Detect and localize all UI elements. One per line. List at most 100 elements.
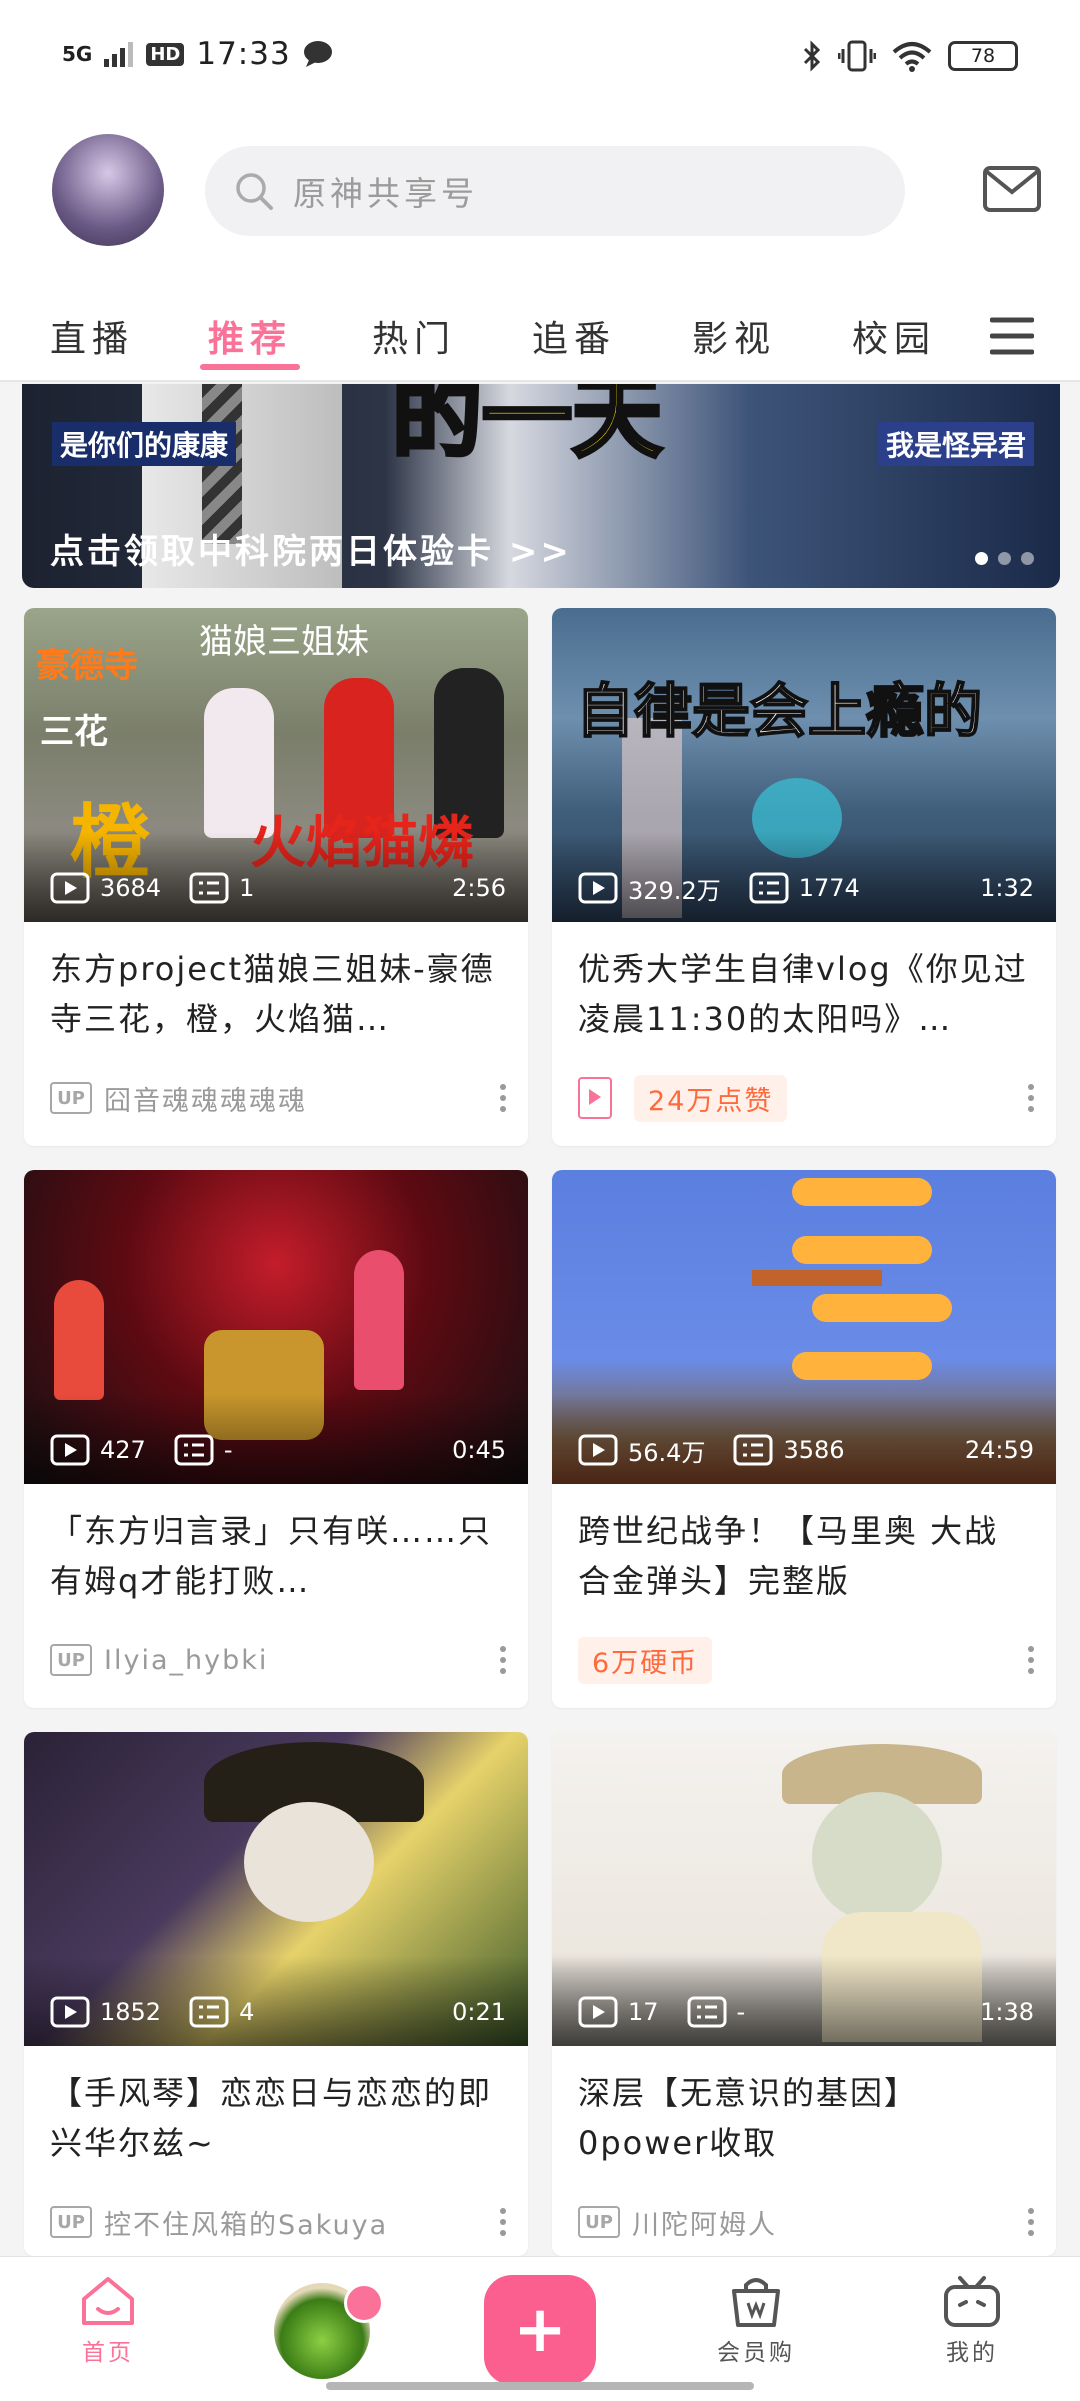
video-duration: 1:32 (980, 874, 1034, 902)
user-avatar[interactable] (52, 134, 164, 246)
view-count: 1852 (100, 1998, 162, 2026)
bottom-navigation: 首页 + 会员购 我的 (0, 2256, 1080, 2401)
more-options-icon[interactable] (1028, 2208, 1034, 2236)
active-tab-indicator (200, 364, 300, 370)
promo-banner[interactable]: 的一天 是你们的康康 我是怪异君 点击领取中科院两日体验卡 >> (22, 384, 1060, 588)
danmaku-icon (733, 1434, 773, 1466)
mail-icon[interactable] (982, 165, 1042, 213)
more-options-icon[interactable] (1028, 1084, 1034, 1112)
more-options-icon[interactable] (500, 2208, 506, 2236)
search-icon (236, 173, 273, 210)
nav-vip-shop[interactable]: 会员购 (696, 2275, 816, 2367)
carousel-dot (998, 552, 1011, 565)
home-icon (82, 2277, 134, 2325)
nav-home-label: 首页 (82, 2340, 134, 2366)
video-card[interactable]: 猫娘三姐妹 豪德寺 三花 橙 火焰猫燐 3684 1 2:56 东方projec… (24, 608, 528, 1146)
vibrate-icon (838, 40, 876, 72)
tab-movies[interactable]: 影视 (692, 310, 776, 362)
danmaku-count: 1 (239, 874, 255, 902)
video-stats: 427 - 0:45 (50, 1432, 506, 1468)
danmaku-count: 3586 (783, 1436, 845, 1464)
video-card[interactable]: 56.4万 3586 24:59 跨世纪战争！【马里奥 大战 合金弹头】完整版 … (552, 1170, 1056, 1708)
clock: 17:33 (196, 36, 291, 72)
nav-mine[interactable]: 我的 (912, 2275, 1032, 2367)
tab-anime[interactable]: 追番 (532, 310, 616, 362)
video-title: 跨世纪战争！【马里奥 大战 合金弹头】完整版 (578, 1512, 999, 1600)
stat-badge: 6万硬币 (578, 1636, 713, 1684)
tab-hot[interactable]: 热门 (372, 310, 456, 362)
thumb-text: 豪德寺 (36, 646, 138, 686)
carousel-dots (975, 552, 1034, 565)
header-divider (0, 380, 1080, 382)
up-badge: UP (50, 2206, 92, 2238)
carousel-dot (975, 552, 988, 565)
more-options-icon[interactable] (500, 1646, 506, 1674)
menu-icon[interactable] (990, 314, 1034, 358)
search-placeholder: 原神共享号 (293, 174, 478, 213)
carousel-dot (1021, 552, 1034, 565)
video-duration: 0:21 (452, 1998, 506, 2026)
video-stats: 56.4万 3586 24:59 (578, 1432, 1034, 1468)
video-card[interactable]: 自律是会上瘾的 329.2万 1774 1:32 优秀大学生自律vlog《你见过… (552, 608, 1056, 1146)
nav-home[interactable]: 首页 (48, 2275, 168, 2367)
banner-caption: 点击领取中科院两日体验卡 >> (50, 532, 572, 572)
play-count-icon (578, 872, 618, 904)
view-count: 17 (628, 1998, 659, 2026)
video-title: 优秀大学生自律vlog《你见过凌晨11:30的太阳吗》… (578, 950, 1028, 1038)
video-stats: 329.2万 1774 1:32 (578, 870, 1034, 906)
tab-campus[interactable]: 校园 (852, 310, 936, 362)
danmaku-count: - (223, 1436, 233, 1464)
thumb-text: 自律是会上瘾的 (575, 676, 983, 746)
video-duration: 24:59 (964, 1436, 1034, 1464)
video-stats: 3684 1 2:56 (50, 870, 506, 906)
video-duration: 0:45 (452, 1436, 506, 1464)
tab-recommend[interactable]: 推荐 (208, 310, 292, 362)
up-badge: UP (578, 2206, 620, 2238)
play-count-icon (50, 1434, 90, 1466)
more-options-icon[interactable] (1028, 1646, 1034, 1674)
up-name[interactable]: 囧音魂魂魂魂魂 (104, 1079, 307, 1118)
like-badge-icon (578, 1077, 612, 1119)
up-badge: UP (50, 1644, 92, 1676)
view-count: 56.4万 (628, 1438, 706, 1467)
thumb-text: 猫娘三姐妹 (199, 622, 369, 662)
publish-button[interactable]: + (484, 2275, 596, 2385)
search-bar[interactable]: 原神共享号 (205, 146, 905, 236)
up-name[interactable]: 川陀阿姆人 (632, 2203, 777, 2242)
video-stats: 17 - 1:38 (578, 1994, 1034, 2030)
tab-live[interactable]: 直播 (50, 310, 134, 362)
video-title: 东方project猫娘三姐妹-豪德寺三花，橙，火焰猫… (50, 950, 495, 1038)
banner-tag-right: 我是怪异君 (877, 422, 1034, 466)
up-name[interactable]: 控不住风箱的Sakuya (104, 2203, 388, 2242)
danmaku-count: - (736, 1998, 746, 2026)
up-badge: UP (50, 1082, 92, 1114)
status-bar: 5G HD 17:33 78 (0, 0, 1080, 110)
danmaku-icon (749, 872, 789, 904)
battery-indicator: 78 (948, 41, 1018, 71)
channel-tabs: 直播 推荐 热门 追番 影视 校园 (0, 290, 1080, 380)
danmaku-count: 1774 (798, 874, 860, 902)
play-count-icon (578, 1996, 618, 2028)
video-card[interactable]: 17 - 1:38 深层【无意识的基因】0power收取 UP 川陀阿姆人 (552, 1732, 1056, 2256)
play-count-icon (50, 1996, 90, 2028)
up-name[interactable]: Ilyia_hybki (104, 1645, 268, 1676)
danmaku-icon (687, 1996, 727, 2028)
bluetooth-icon (803, 40, 821, 72)
live-indicator-icon (344, 2283, 384, 2323)
danmaku-count: 4 (239, 1998, 255, 2026)
video-card[interactable]: 427 - 0:45 「东方归言录」只有咲……只有姆q才能打败… UP Ilyi… (24, 1170, 528, 1708)
video-title: 【手风琴】恋恋日与恋恋的即兴华尔兹~ (50, 2074, 493, 2162)
more-options-icon[interactable] (500, 1084, 506, 1112)
play-count-icon (578, 1434, 618, 1466)
view-count: 329.2万 (628, 876, 721, 905)
banner-headline: 的一天 (390, 384, 664, 472)
video-title: 深层【无意识的基因】0power收取 (578, 2074, 919, 2162)
signal-icon (104, 42, 134, 67)
hd-badge: HD (146, 42, 185, 66)
view-count: 3684 (100, 874, 162, 902)
home-indicator[interactable] (326, 2382, 754, 2390)
video-card[interactable]: 1852 4 0:21 【手风琴】恋恋日与恋恋的即兴华尔兹~ UP 控不住风箱的… (24, 1732, 528, 2256)
banner-tag-left: 是你们的康康 (52, 422, 237, 466)
nav-mine-label: 我的 (946, 2340, 998, 2366)
chat-notification-icon (303, 41, 332, 67)
